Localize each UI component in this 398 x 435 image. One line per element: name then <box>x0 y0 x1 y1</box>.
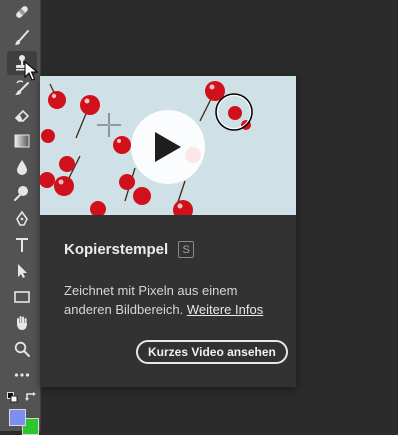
watch-video-button[interactable]: Kurzes Video ansehen <box>136 340 288 364</box>
tooltip-header: Kopierstempel S <box>64 241 195 258</box>
shortcut-key-badge: S <box>178 241 195 258</box>
type-icon <box>16 238 28 252</box>
path-selection-tool[interactable] <box>7 259 37 283</box>
type-tool[interactable] <box>7 233 37 257</box>
eraser-icon <box>14 109 30 122</box>
brush-icon <box>15 30 29 45</box>
history-brush-tool[interactable] <box>7 77 37 101</box>
brush-tool[interactable] <box>7 26 37 50</box>
eraser-tool[interactable] <box>7 103 37 127</box>
clone-stamp-tool[interactable] <box>7 51 37 75</box>
stamp-icon <box>16 55 28 71</box>
tutorial-video-thumbnail[interactable] <box>40 76 296 215</box>
hand-icon <box>17 316 27 330</box>
tool-name: Kopierstempel <box>64 241 169 258</box>
hand-tool[interactable] <box>7 311 37 335</box>
more-tools-button[interactable] <box>7 363 37 387</box>
pen-tool[interactable] <box>7 207 37 231</box>
swap-colors-icon[interactable] <box>25 391 38 404</box>
tool-description: Zeichnet mit Pixeln aus einem anderen Bi… <box>64 281 279 319</box>
tool-tooltip-card: Kopierstempel S Zeichnet mit Pixeln aus … <box>40 76 296 387</box>
zoom-tool[interactable] <box>7 337 37 361</box>
rectangle-tool[interactable] <box>7 285 37 309</box>
gradient-icon <box>14 134 30 148</box>
magnifier-icon <box>14 341 30 357</box>
arrow-icon <box>18 264 27 278</box>
play-button[interactable] <box>131 110 205 184</box>
history-brush-icon <box>15 80 29 95</box>
healing-brush-tool[interactable] <box>7 0 37 24</box>
dodge-icon <box>14 186 28 201</box>
bandage-icon <box>16 6 28 18</box>
play-icon <box>155 132 181 162</box>
ellipsis-icon <box>14 373 30 377</box>
gradient-tool[interactable] <box>7 129 37 153</box>
dodge-tool[interactable] <box>7 181 37 205</box>
drop-icon <box>17 160 27 175</box>
tools-panel <box>0 0 41 435</box>
pen-icon <box>16 210 28 226</box>
foreground-color-swatch[interactable] <box>9 409 26 426</box>
learn-more-link[interactable]: Weitere Infos <box>187 302 263 317</box>
rectangle-icon <box>14 291 30 303</box>
blur-tool[interactable] <box>7 155 37 179</box>
default-colors-icon[interactable] <box>7 392 18 403</box>
